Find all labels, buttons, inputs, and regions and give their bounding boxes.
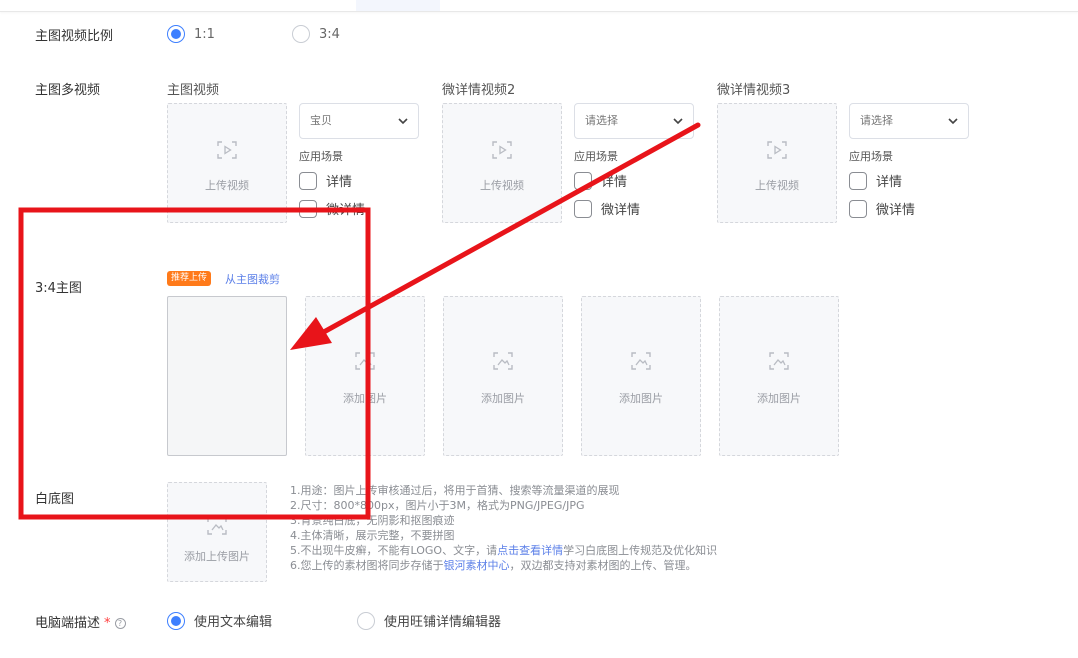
- crop-from-main-link[interactable]: 从主图裁剪: [225, 271, 280, 287]
- note-line-5: 5.不出现牛皮癣，不能有LOGO、文字，请点击查看详情学习白底图上传规范及优化知…: [290, 543, 717, 558]
- scene-select[interactable]: 请选择: [849, 103, 969, 139]
- image-upload-icon: [207, 517, 227, 535]
- video-upload-icon: [767, 141, 787, 159]
- add-image-label: 添加图片: [481, 392, 525, 405]
- scene-check-micro-detail[interactable]: 微详情: [574, 199, 640, 218]
- pc-desc-text: 电脑端描述: [35, 616, 101, 631]
- pc-desc-label: 电脑端描述 *?: [35, 612, 126, 631]
- add-image-label: 添加图片: [757, 392, 801, 405]
- view-details-link[interactable]: 点击查看详情: [497, 544, 563, 557]
- white-bg-upload-label: 添加上传图片: [184, 550, 250, 563]
- chevron-down-icon: [398, 118, 408, 125]
- top-tab-bar: [0, 0, 1078, 12]
- scene-select-value: 请选择: [860, 114, 893, 127]
- note-line-3: 3.背景纯白底，无阴影和抠图痕迹: [290, 514, 455, 527]
- radio-checked-icon: [167, 25, 185, 43]
- note-5-suffix: 学习白底图上传规范及优化知识: [563, 544, 718, 557]
- video-upload-icon: [492, 141, 512, 159]
- checkbox-icon: [574, 199, 592, 218]
- note-6-suffix: ，双边都支持对素材图的上传、管理。: [509, 559, 697, 572]
- image-slot[interactable]: 添加图片: [719, 296, 839, 456]
- scene-check-label: 详情: [326, 175, 353, 190]
- scene-label: 应用场景: [299, 150, 343, 163]
- image-upload-icon: [493, 352, 513, 370]
- scene-check-label: 微详情: [326, 203, 366, 218]
- scene-check-label: 微详情: [601, 203, 641, 218]
- scene-check-micro-detail[interactable]: 微详情: [299, 199, 365, 218]
- required-mark: *: [104, 616, 111, 631]
- note-5-prefix: 5.不出现牛皮癣，不能有LOGO、文字，请: [290, 544, 498, 557]
- radio-unchecked-icon: [357, 611, 375, 630]
- radio-unchecked-icon: [292, 25, 310, 43]
- image-slot[interactable]: 添加图片: [443, 296, 563, 456]
- checkbox-icon: [574, 171, 592, 190]
- video-upload-box[interactable]: 上传视频: [167, 103, 287, 223]
- radio-checked-icon: [167, 611, 185, 630]
- ratio-option-3-4[interactable]: 3:4: [292, 25, 340, 43]
- note-line-1: 1.用途：图片上传审核通过后，将用于首猜、搜索等流量渠道的展现: [290, 484, 620, 497]
- pc-desc-option-label: 使用旺铺详情编辑器: [384, 615, 502, 630]
- pc-desc-text-editor-option[interactable]: 使用文本编辑: [167, 611, 272, 630]
- scene-check-detail[interactable]: 详情: [299, 171, 352, 190]
- video-column-title: 主图视频: [167, 83, 220, 98]
- video-upload-box[interactable]: 上传视频: [442, 103, 562, 223]
- image-slot[interactable]: 添加图片: [581, 296, 701, 456]
- video-column-title: 微详情视频3: [717, 83, 791, 98]
- scene-check-micro-detail[interactable]: 微详情: [849, 199, 915, 218]
- white-bg-upload[interactable]: 添加上传图片: [167, 482, 267, 582]
- video-upload-label: 上传视频: [480, 179, 524, 192]
- ratio-option-label: 3:4: [319, 26, 340, 42]
- checkbox-icon: [849, 171, 867, 190]
- scene-label: 应用场景: [849, 150, 893, 163]
- add-image-label: 添加图片: [619, 392, 663, 405]
- image-upload-icon: [355, 352, 375, 370]
- scene-check-detail[interactable]: 详情: [849, 171, 902, 190]
- note-line-2: 2.尺寸：800*800px，图片小于3M，格式为PNG/JPEG/JPG: [290, 499, 585, 512]
- pc-desc-option-label: 使用文本编辑: [194, 615, 273, 630]
- note-line-6: 6.您上传的素材图将同步存储于银河素材中心，双边都支持对素材图的上传、管理。: [290, 558, 717, 573]
- active-tab-indicator[interactable]: [356, 0, 440, 11]
- video-upload-label: 上传视频: [205, 179, 249, 192]
- scene-label: 应用场景: [574, 150, 618, 163]
- video-upload-box[interactable]: 上传视频: [717, 103, 837, 223]
- recommend-badge: 推荐上传: [167, 271, 212, 286]
- image-upload-icon: [769, 352, 789, 370]
- checkbox-icon: [299, 199, 317, 218]
- chevron-down-icon: [948, 118, 958, 125]
- main-34-label: 3:4主图: [35, 281, 82, 296]
- video-column-title: 微详情视频2: [442, 83, 516, 98]
- scene-check-label: 微详情: [876, 203, 916, 218]
- ratio-label: 主图视频比例: [35, 29, 114, 44]
- checkbox-icon: [299, 171, 317, 190]
- scene-check-label: 详情: [601, 175, 628, 190]
- scene-check-detail[interactable]: 详情: [574, 171, 627, 190]
- white-bg-notes: 1.用途：图片上传审核通过后，将用于首猜、搜索等流量渠道的展现 2.尺寸：800…: [290, 483, 717, 573]
- note-6-prefix: 6.您上传的素材图将同步存储于: [290, 559, 444, 572]
- chevron-down-icon: [673, 118, 683, 125]
- scene-select-value: 请选择: [585, 114, 618, 127]
- help-icon[interactable]: ?: [114, 618, 126, 629]
- video-upload-label: 上传视频: [755, 179, 799, 192]
- image-slot[interactable]: 添加图片: [305, 296, 425, 456]
- add-image-label: 添加图片: [343, 392, 387, 405]
- multi-video-label: 主图多视频: [35, 83, 101, 98]
- white-bg-label: 白底图: [35, 492, 75, 507]
- ratio-option-label: 1:1: [194, 26, 215, 42]
- scene-select[interactable]: 请选择: [574, 103, 694, 139]
- pc-desc-shop-editor-option[interactable]: 使用旺铺详情编辑器: [357, 611, 501, 630]
- scene-check-label: 详情: [876, 175, 903, 190]
- image-slot-primary[interactable]: [167, 296, 287, 456]
- note-line-4: 4.主体清晰，展示完整，不要拼图: [290, 529, 455, 542]
- scene-select-value: 宝贝: [310, 114, 332, 127]
- video-upload-icon: [217, 141, 237, 159]
- ratio-option-1-1[interactable]: 1:1: [167, 25, 215, 43]
- checkbox-icon: [849, 199, 867, 218]
- scene-select[interactable]: 宝贝: [299, 103, 419, 139]
- image-upload-icon: [631, 352, 651, 370]
- material-center-link[interactable]: 银河素材中心: [444, 559, 510, 572]
